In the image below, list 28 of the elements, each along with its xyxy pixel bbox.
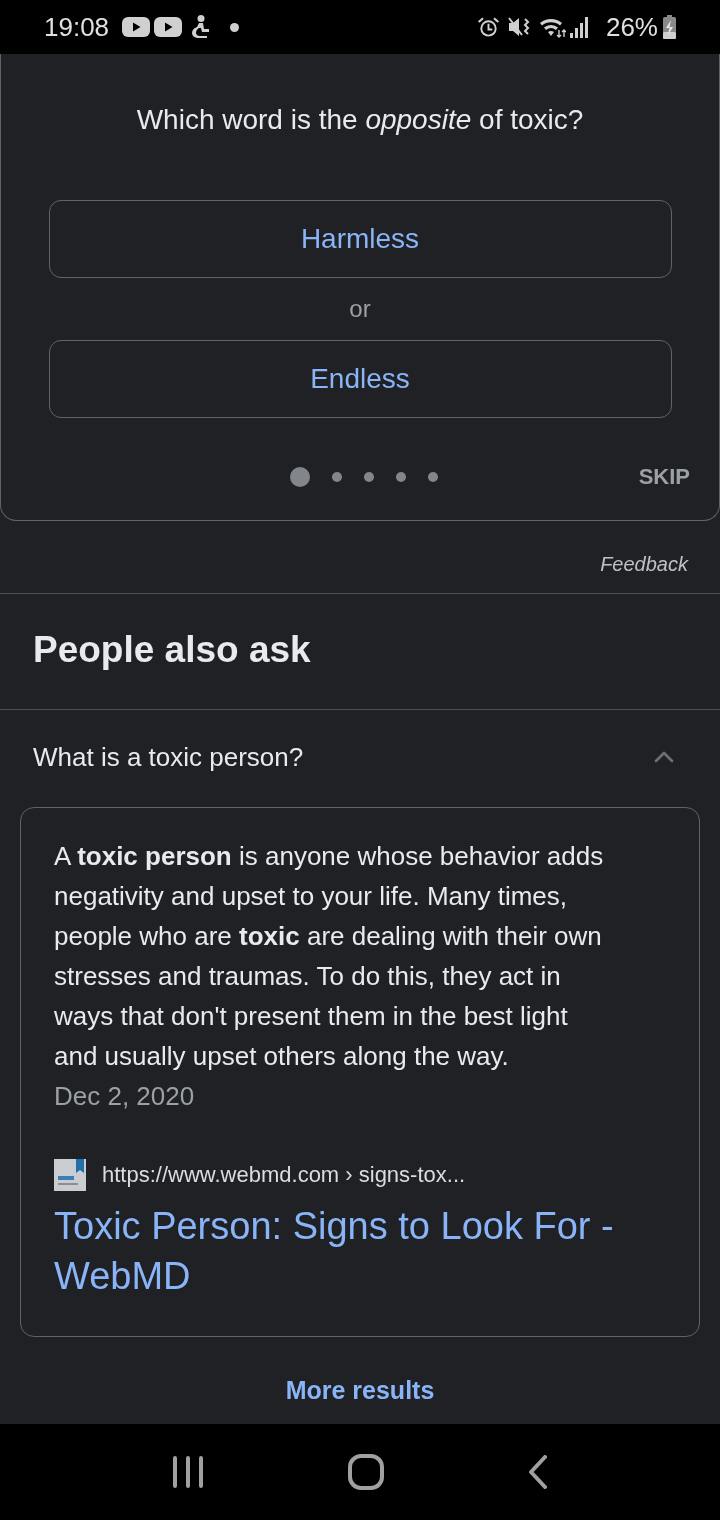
- wifi-icon: [538, 16, 566, 38]
- clock-time: 19:08: [44, 12, 110, 42]
- answer-option-button[interactable]: Endless: [48, 340, 672, 418]
- video-play-icon: [154, 17, 183, 37]
- quiz-question: Which word is the opposite of toxic?: [136, 103, 584, 137]
- muted-speaker-icon: [507, 16, 531, 38]
- notification-dot-icon: [230, 22, 240, 32]
- battery-percentage: 26%: [605, 12, 658, 42]
- recent-apps-icon[interactable]: [172, 1456, 204, 1488]
- video-play-icon: [122, 17, 151, 37]
- source-url[interactable]: https://www.webmd.com › signs-tox...: [102, 1160, 466, 1190]
- feedback-link[interactable]: Feedback: [600, 552, 688, 576]
- skip-button[interactable]: SKIP: [638, 460, 690, 493]
- section-heading: People also ask: [33, 628, 312, 672]
- site-favicon-icon: [54, 1159, 86, 1191]
- battery-charging-icon: [663, 15, 676, 39]
- home-icon[interactable]: [348, 1454, 384, 1490]
- more-results-link[interactable]: More results: [285, 1375, 435, 1405]
- answer-option-button[interactable]: Harmless: [48, 200, 672, 278]
- option-separator: or: [349, 294, 371, 324]
- answer-date: Dec 2, 2020: [54, 1080, 196, 1113]
- alarm-clock-icon: [476, 15, 500, 39]
- person-icon: [191, 15, 211, 39]
- answer-text: A toxic person is anyone whose behavior adds negativity and upset to your life. Many times, people who are toxic are dealing with their own stresses and traumas. To do this, they act in ways that don't present them in the best light and usually upset others along the way.: [54, 840, 605, 1073]
- accordion-question[interactable]: What is a toxic person?: [0, 710, 720, 807]
- signal-bars-icon: [569, 16, 590, 38]
- result-title-link[interactable]: Toxic Person: Signs to Look For - WebMD: [54, 1201, 659, 1301]
- back-icon[interactable]: [528, 1455, 548, 1489]
